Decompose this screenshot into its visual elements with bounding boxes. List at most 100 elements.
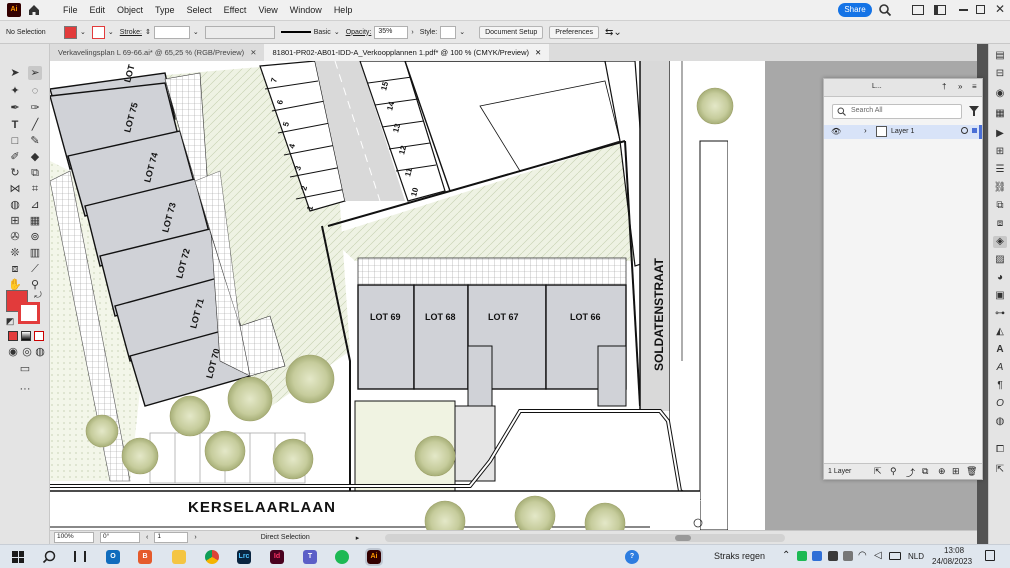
clipping-mask-icon[interactable]: ⧉ (922, 466, 928, 477)
scrollbar-thumb[interactable] (675, 534, 692, 541)
paragraph-icon[interactable]: ¶ (993, 380, 1007, 392)
column-graph-icon[interactable]: ▥ (28, 246, 42, 260)
chevron-right-icon[interactable]: › (411, 29, 413, 36)
more-tools-icon[interactable]: ··· (18, 382, 32, 396)
menu-select[interactable]: Select (181, 5, 218, 15)
maximize-button[interactable] (976, 5, 985, 14)
collapse-icon[interactable]: » (958, 82, 962, 91)
free-transform-icon[interactable]: ⌗ (28, 182, 42, 196)
fill-control[interactable]: ⌄ (64, 25, 86, 39)
chrome-icon[interactable] (205, 550, 219, 564)
style-swatch[interactable] (440, 25, 457, 39)
stroke-weight-input[interactable] (153, 25, 190, 39)
previous-artboard-icon[interactable]: ‹ (146, 534, 148, 541)
transparency-icon[interactable]: ◍ (993, 416, 1007, 428)
scale-tool-icon[interactable]: ⧉ (28, 166, 42, 180)
tray-icon[interactable] (828, 551, 838, 561)
layer-row[interactable]: 👁 › Layer 1 (824, 125, 982, 139)
appearance-icon[interactable]: ◕ (993, 272, 1007, 284)
export-icon[interactable]: ⇱ (874, 466, 882, 477)
links-icon[interactable]: ⛓ (993, 182, 1007, 194)
rectangle-tool-icon[interactable]: □ (8, 134, 22, 148)
lightroom-icon[interactable]: Lrc (237, 550, 251, 564)
brush-control[interactable]: Basic ⌄ (280, 28, 340, 36)
menu-file[interactable]: File (57, 5, 84, 15)
menu-effect[interactable]: Effect (218, 5, 253, 15)
next-artboard-icon[interactable]: › (194, 534, 196, 541)
gradient-icon[interactable]: ▨ (993, 254, 1007, 266)
selection-tool-icon[interactable]: ➤ (8, 66, 22, 80)
collect-export-icon[interactable]: ⤴ (906, 466, 915, 479)
minimize-button[interactable] (959, 9, 968, 11)
gradient-mode-icon[interactable] (21, 331, 31, 341)
character-icon[interactable]: A (993, 344, 1007, 356)
notifications-icon[interactable] (985, 550, 995, 561)
align-icon[interactable]: ⊶ (993, 308, 1007, 320)
share-button[interactable]: Share (838, 3, 872, 17)
selection-indicator[interactable] (972, 128, 977, 133)
search-icon[interactable] (878, 3, 892, 17)
symbol-sprayer-icon[interactable]: ❊ (8, 246, 22, 260)
wifi-icon[interactable]: ◠ (858, 550, 867, 561)
properties-icon[interactable]: ▤ (993, 50, 1007, 62)
symbols-icon[interactable]: ⊞ (993, 146, 1007, 158)
close-button[interactable]: ✕ (995, 3, 1007, 15)
stepper-icon[interactable]: ⇕ (145, 28, 151, 36)
swap-colors-icon[interactable]: ⤾ (31, 288, 45, 302)
rotation-field[interactable]: 0° (100, 532, 140, 543)
folder-icon[interactable] (172, 550, 186, 564)
spotify-icon[interactable] (335, 550, 349, 564)
artboard-canvas[interactable]: LOT LOT 75 LOT 74 LOT 73 LOT 72 LOT 71 L… (50, 61, 765, 530)
shape-builder-icon[interactable]: ◍ (8, 198, 22, 212)
layers-icon[interactable]: ◈ (993, 236, 1007, 248)
chevron-right-icon[interactable]: › (864, 126, 867, 135)
tray-icon[interactable] (797, 551, 807, 561)
rotate-tool-icon[interactable]: ↻ (8, 166, 22, 180)
default-colors-icon[interactable]: ◩ (3, 314, 17, 328)
type-tool-icon[interactable]: T (8, 118, 22, 132)
draw-mode-icon[interactable]: ◉ (6, 345, 20, 359)
stroke-color-control[interactable]: ⌄ (91, 25, 114, 39)
screen-mode-icon[interactable]: ▭ (18, 362, 32, 376)
pathfinder-icon[interactable]: ◭ (993, 326, 1007, 338)
arrange-icon[interactable] (912, 5, 924, 15)
panel-arrows-icon[interactable]: † (942, 82, 946, 91)
line-tool-icon[interactable]: ╱ (28, 118, 42, 132)
graphic-styles-icon[interactable]: ▣ (993, 290, 1007, 302)
artboards-icon[interactable]: ⧉ (993, 200, 1007, 212)
panel-icon[interactable] (934, 5, 946, 15)
slice-tool-icon[interactable]: ⟋ (28, 262, 42, 276)
brave-icon[interactable]: B (138, 550, 152, 564)
pen-tool-icon[interactable]: ✒ (8, 101, 22, 115)
tab-layers[interactable]: L... (872, 83, 882, 90)
eraser-icon[interactable]: ◆ (28, 150, 42, 164)
color-icon[interactable]: ◉ (993, 88, 1007, 100)
opacity-input[interactable]: 35% (374, 25, 409, 39)
clock-date[interactable]: 24/08/2023 (932, 557, 972, 566)
draw-behind-icon[interactable]: ◎ (20, 345, 34, 359)
delete-icon[interactable]: 🗑 (966, 466, 977, 477)
perspective-grid-icon[interactable]: ⊿ (28, 198, 42, 212)
none-mode-icon[interactable] (34, 331, 44, 341)
panel-menu-icon[interactable]: ≡ (972, 82, 977, 91)
layer-name[interactable]: Layer 1 (891, 128, 914, 135)
menu-window[interactable]: Window (284, 5, 328, 15)
tray-icon[interactable] (812, 551, 822, 561)
fill-swatch[interactable] (64, 25, 77, 39)
windows-icon[interactable] (12, 551, 24, 563)
menu-edit[interactable]: Edit (84, 5, 112, 15)
shaper-tool-icon[interactable]: ✐ (8, 150, 22, 164)
variable-width-field[interactable] (204, 25, 275, 39)
stroke-color-swatch[interactable] (18, 302, 40, 324)
gradient-tool-icon[interactable]: ▦ (28, 214, 42, 228)
chevron-down-icon[interactable]: ⌄ (459, 28, 465, 36)
menu-type[interactable]: Type (149, 5, 181, 15)
close-icon[interactable]: ✕ (250, 48, 256, 57)
chevron-down-icon[interactable]: ⌄ (334, 28, 340, 36)
search-icon[interactable] (42, 550, 56, 564)
menu-view[interactable]: View (252, 5, 283, 15)
width-tool-icon[interactable]: ⋈ (8, 182, 22, 196)
arrange-documents-icon[interactable]: ⇆⌄ (605, 27, 622, 38)
visibility-eye-icon[interactable]: 👁 (831, 127, 841, 136)
brushes-icon[interactable]: ▶ (993, 128, 1007, 140)
